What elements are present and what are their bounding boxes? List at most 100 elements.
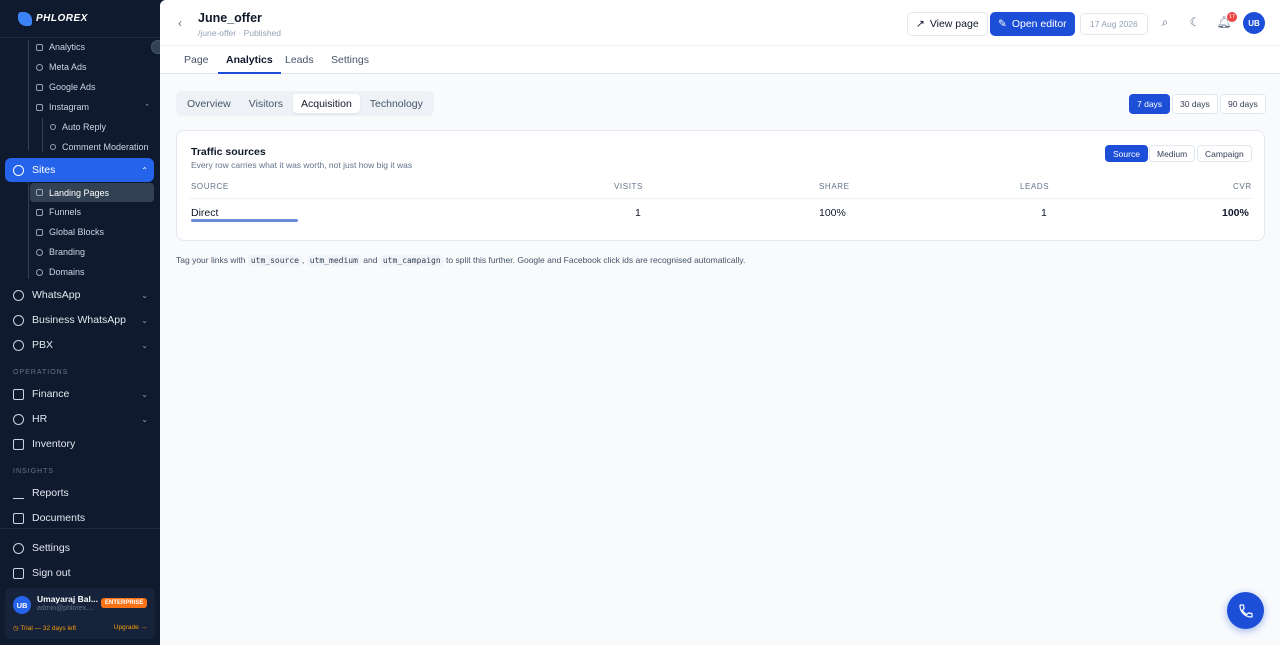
notification-count-badge: 17 xyxy=(1227,12,1237,22)
globe-icon xyxy=(36,268,43,276)
column-header-cvr[interactable]: CVR xyxy=(1233,182,1252,191)
sidebar-divider xyxy=(0,528,160,529)
sidebar-item-instagram[interactable]: Instagram ⌃ xyxy=(36,102,150,112)
sidebar-item-whatsapp[interactable]: WhatsApp ⌄ xyxy=(13,284,148,306)
share-bar-fill xyxy=(191,219,298,222)
bar-chart-icon xyxy=(36,83,43,91)
row-visits: 1 xyxy=(635,207,641,219)
view-page-button[interactable]: ↗ View page xyxy=(907,12,988,36)
column-header-leads[interactable]: LEADS xyxy=(1020,182,1049,191)
sidebar-item-settings[interactable]: Settings xyxy=(13,537,148,559)
upgrade-link[interactable]: Upgrade → xyxy=(114,624,147,631)
globe-icon xyxy=(36,63,43,71)
logo-mark-icon xyxy=(18,11,32,26)
palette-icon xyxy=(36,248,43,256)
back-icon[interactable]: ‹ xyxy=(178,16,182,30)
subtab-overview[interactable]: Overview xyxy=(179,94,239,113)
section-label-operations: OPERATIONS xyxy=(13,369,69,376)
trial-status: ◷ Trial — 32 days left xyxy=(13,625,77,632)
chevron-down-icon: ⌄ xyxy=(141,290,148,300)
row-cvr: 100% xyxy=(1222,207,1249,219)
column-header-visits[interactable]: VISITS xyxy=(614,182,643,191)
group-by-medium-button[interactable]: Medium xyxy=(1149,145,1196,162)
subtab-acquisition[interactable]: Acquisition xyxy=(293,94,360,113)
subtab-technology[interactable]: Technology xyxy=(362,94,431,113)
chevron-up-icon: ⌃ xyxy=(141,165,148,175)
subtab-visitors[interactable]: Visitors xyxy=(241,94,291,113)
theme-toggle-icon[interactable]: ☾ xyxy=(1188,15,1202,29)
sidebar-item-meta-ads[interactable]: Meta Ads xyxy=(36,62,87,72)
sidebar-item-google-ads[interactable]: Google Ads xyxy=(36,82,96,92)
check-circle-icon xyxy=(13,314,24,326)
tab-settings[interactable]: Settings xyxy=(331,54,369,74)
phone-icon xyxy=(13,339,24,351)
card-title: Traffic sources xyxy=(191,146,266,158)
sidebar-item-global-blocks[interactable]: Global Blocks xyxy=(36,227,104,237)
box-icon xyxy=(13,438,24,450)
page-subtitle: /june-offer · Published xyxy=(198,28,282,38)
sidebar-item-reports[interactable]: Reports xyxy=(13,482,148,504)
page-tabs: Page Analytics Leads Settings xyxy=(160,46,1280,74)
sidebar-item-branding[interactable]: Branding xyxy=(36,247,85,257)
sidebar-item-domains[interactable]: Domains xyxy=(36,267,85,277)
instagram-icon xyxy=(36,103,43,111)
range-30-days[interactable]: 30 days xyxy=(1172,94,1218,114)
sidebar-item-sign-out[interactable]: Sign out xyxy=(13,562,148,584)
plan-badge: ENTERPRISE xyxy=(101,598,148,608)
chevron-down-icon: ⌄ xyxy=(141,414,148,424)
sidebar-item-comment-moderation[interactable]: Comment Moderation xyxy=(50,142,149,152)
utm-source-code: utm_source xyxy=(247,255,302,266)
sidebar-item-hr[interactable]: HR ⌄ xyxy=(13,408,148,430)
section-label-insights: INSIGHTS xyxy=(13,468,55,475)
tab-leads[interactable]: Leads xyxy=(285,54,314,74)
brand-logo[interactable]: PHLOREX xyxy=(0,0,160,38)
sidebar-item-business-whatsapp[interactable]: Business WhatsApp ⌄ xyxy=(13,309,148,331)
chat-icon xyxy=(50,124,56,130)
funnel-icon xyxy=(36,208,43,216)
sidebar-item-funnels[interactable]: Funnels xyxy=(36,207,81,217)
sidebar-item-landing-pages[interactable]: Landing Pages xyxy=(30,183,154,202)
sidebar-item-inventory[interactable]: Inventory xyxy=(13,433,148,455)
chevron-down-icon: ⌄ xyxy=(141,389,148,399)
group-by-source-button[interactable]: Source xyxy=(1105,145,1148,162)
sidebar-item-finance[interactable]: Finance ⌄ xyxy=(13,383,148,405)
sidebar-item-documents[interactable]: Documents xyxy=(13,507,148,529)
row-source: Direct xyxy=(191,207,219,219)
external-link-icon: ↗ xyxy=(916,18,925,30)
tree-line xyxy=(42,118,43,152)
open-editor-button[interactable]: ✎ Open editor xyxy=(990,12,1075,36)
user-card[interactable]: UB Umayaraj Bal... admin@phlorex.... ENT… xyxy=(5,588,155,639)
sidebar-item-analytics[interactable]: Analytics xyxy=(36,42,85,52)
main-content: ‹ June_offer /june-offer · Published ↗ Vi… xyxy=(160,0,1280,645)
brand-name: PHLOREX xyxy=(36,13,88,24)
column-header-source[interactable]: SOURCE xyxy=(191,182,229,191)
tab-page[interactable]: Page xyxy=(184,54,209,74)
range-90-days[interactable]: 90 days xyxy=(1220,94,1266,114)
call-button[interactable] xyxy=(1227,592,1264,629)
column-header-share[interactable]: SHARE xyxy=(819,182,850,191)
tree-line xyxy=(28,183,29,279)
collapse-sidebar-button[interactable] xyxy=(151,40,160,54)
chevron-down-icon: ⌄ xyxy=(141,315,148,325)
phone-icon xyxy=(1238,603,1253,618)
sidebar-item-pbx[interactable]: PBX ⌄ xyxy=(13,334,148,356)
sidebar-item-auto-reply[interactable]: Auto Reply xyxy=(50,122,106,132)
table-divider xyxy=(189,198,1252,199)
folder-icon xyxy=(13,512,24,524)
sidebar: PHLOREX Analytics Meta Ads Google Ads In… xyxy=(0,0,160,645)
whatsapp-icon xyxy=(13,289,24,301)
group-by-campaign-button[interactable]: Campaign xyxy=(1197,145,1252,162)
user-avatar-button[interactable]: UB xyxy=(1243,12,1265,34)
search-icon[interactable]: ⌕ xyxy=(1158,15,1172,29)
tab-analytics[interactable]: Analytics xyxy=(218,54,281,74)
pencil-icon: ✎ xyxy=(998,18,1007,30)
range-7-days[interactable]: 7 days xyxy=(1129,94,1171,114)
sidebar-item-sites[interactable]: Sites ⌃ xyxy=(5,158,154,182)
chevron-down-icon: ⌄ xyxy=(141,340,148,350)
page-title: June_offer xyxy=(198,11,262,25)
blocks-icon xyxy=(36,228,43,236)
shield-icon xyxy=(50,144,56,150)
utm-medium-code: utm_medium xyxy=(306,255,361,266)
user-email: admin@phlorex.... xyxy=(37,605,94,612)
analytics-subtabs: Overview Visitors Acquisition Technology xyxy=(176,91,434,116)
